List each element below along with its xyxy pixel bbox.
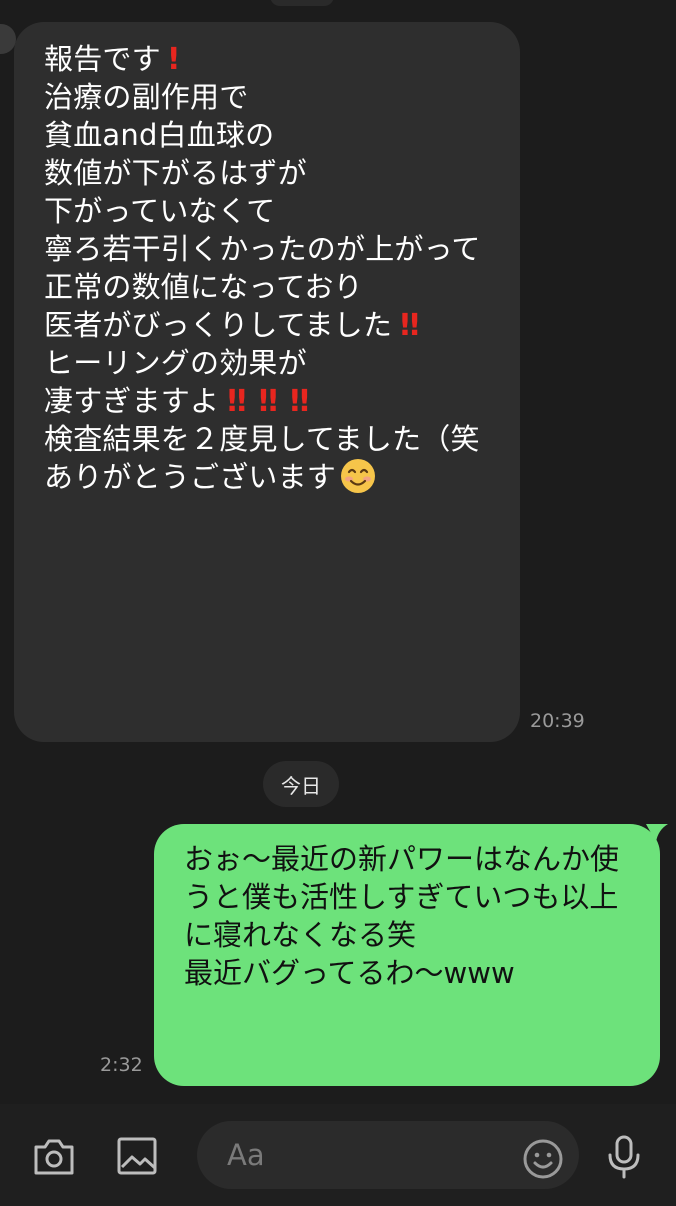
message-line: 凄すぎますよ!!!!!! xyxy=(44,384,311,419)
message-line: ありがとうございます xyxy=(44,458,510,496)
message-line: 貧血and白血球の xyxy=(44,118,275,152)
exclamation-icon: ! xyxy=(166,42,181,77)
message-line: 寧ろ若干引くかったのが上がって xyxy=(44,232,481,266)
smiling-face-icon xyxy=(341,459,376,493)
composer-bar xyxy=(0,1104,676,1206)
message-line: に寝れなくなる笑 xyxy=(184,918,417,952)
message-line: 最近バグってるわ〜www xyxy=(184,956,515,990)
emoji-icon[interactable] xyxy=(522,1138,564,1180)
message-line: 正常の数値になっており xyxy=(44,270,363,304)
double-exclamation-icon: !! xyxy=(256,384,280,419)
incoming-message-bubble[interactable]: 報告です! 治療の副作用で 貧血and白血球の 数値が下がるはずが 下がっていな… xyxy=(14,22,520,742)
outgoing-message-bubble[interactable]: おぉ〜最近の新パワーはなんか使 うと僕も活性しすぎていつも以上 に寝れなくなる笑… xyxy=(154,824,668,1086)
double-exclamation-icon: !! xyxy=(287,384,311,419)
message-line: 医者がびっくりしてました!! xyxy=(44,308,422,343)
message-line: 検査結果を２度見してました（笑 xyxy=(44,422,480,456)
image-icon[interactable] xyxy=(116,1135,158,1177)
double-exclamation-icon: !! xyxy=(225,384,248,419)
message-line: 報告です! xyxy=(44,42,181,77)
message-timestamp: 20:39 xyxy=(530,710,585,732)
double-exclamation-icon: !! xyxy=(398,308,421,343)
message-timestamp: 2:32 xyxy=(100,1054,143,1076)
message-line: 数値が下がるはずが xyxy=(44,156,307,190)
microphone-icon[interactable] xyxy=(606,1134,642,1180)
date-divider: 今日 xyxy=(263,761,339,807)
message-line: うと僕も活性しすぎていつも以上 xyxy=(184,880,619,914)
message-line: 治療の副作用で xyxy=(44,80,249,114)
message-line: 下がっていなくて xyxy=(44,194,276,228)
message-line: おぉ〜最近の新パワーはなんか使 xyxy=(184,842,620,876)
camera-icon[interactable] xyxy=(32,1135,76,1177)
message-line: ヒーリングの効果が xyxy=(44,346,307,380)
bubble-tail-icon xyxy=(646,824,668,842)
scroll-indicator xyxy=(270,0,334,6)
